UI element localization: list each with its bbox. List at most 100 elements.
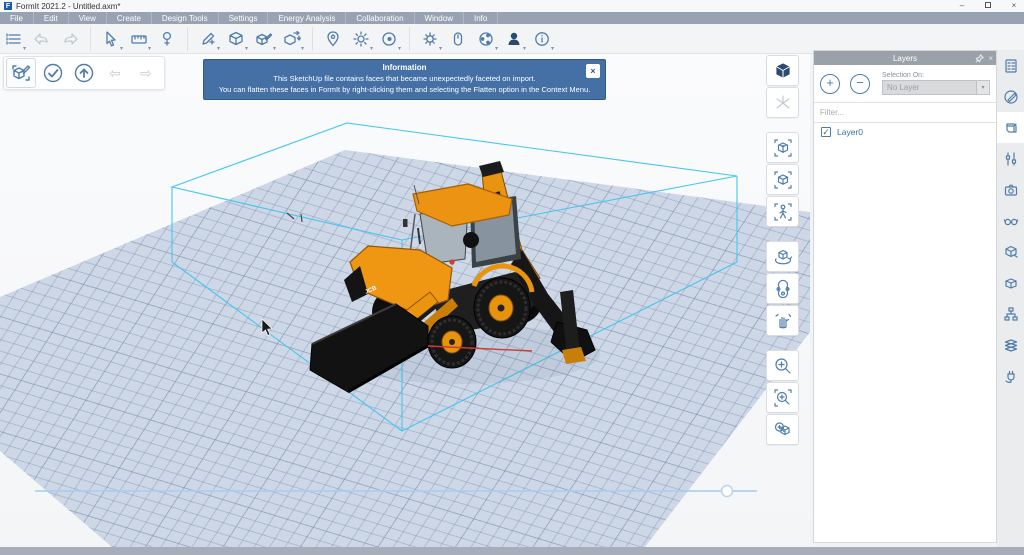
dropdown-caret: ▾ [217, 46, 220, 52]
zoom-fit-button[interactable] [766, 414, 799, 445]
beacon-light [449, 259, 454, 264]
menu-info[interactable]: Info [464, 12, 498, 24]
tab-layers[interactable] [997, 112, 1024, 143]
undo-button[interactable] [29, 26, 55, 52]
tab-materials[interactable] [997, 81, 1024, 112]
layer-visibility-checkbox[interactable]: ✓ [821, 127, 831, 137]
menu-design-tools[interactable]: Design Tools [152, 12, 219, 24]
cursor-icon [102, 30, 120, 48]
up-one-level-button[interactable] [70, 59, 98, 87]
tab-properties[interactable] [997, 50, 1024, 81]
edit-geometry-button[interactable]: ▾ [251, 26, 277, 52]
axes-button[interactable] [766, 87, 799, 118]
dropdown-caret: ▾ [398, 46, 401, 52]
toolbar-separator [187, 27, 188, 51]
tab-adjustments[interactable] [997, 143, 1024, 174]
frame-object-button[interactable] [766, 164, 799, 195]
sun-shadows-button[interactable]: ▾ [348, 26, 374, 52]
tab-levels[interactable] [997, 329, 1024, 360]
panel-close-icon[interactable]: × [988, 54, 993, 63]
menu-edit[interactable]: Edit [34, 12, 69, 24]
dropdown-caret: ▾ [120, 46, 123, 52]
finish-editing-button[interactable] [39, 59, 67, 87]
layer-filter-input[interactable] [820, 108, 990, 117]
set-elevation-button[interactable] [154, 26, 180, 52]
history-forward-button[interactable]: ⇨ [132, 59, 160, 87]
main-menu-button[interactable]: ▾ [1, 26, 27, 52]
remove-layer-button[interactable]: − [850, 74, 870, 94]
location-button[interactable] [320, 26, 346, 52]
edit-group-button[interactable] [6, 58, 36, 88]
menu-window[interactable]: Window [415, 12, 464, 24]
zoom-in-button[interactable] [766, 350, 799, 381]
3d-viewport[interactable]: JCB [0, 54, 810, 547]
look-around-button[interactable] [766, 273, 799, 304]
tab-content-library[interactable] [997, 267, 1024, 298]
banner-close-button[interactable]: × [586, 64, 600, 78]
layer-row[interactable]: ✓ Layer0 [814, 123, 996, 141]
back-arrow-icon: ⇦ [109, 65, 121, 82]
redo-button[interactable] [57, 26, 83, 52]
model-overlay: JCB [0, 54, 810, 547]
viewport-slider[interactable] [35, 486, 757, 497]
restore-icon [985, 2, 991, 8]
selection-dropdown[interactable]: No Layer ▾ [882, 80, 990, 95]
settings-button[interactable]: ▾ [417, 26, 443, 52]
walkthrough-button[interactable] [766, 196, 799, 227]
menu-file[interactable]: File [0, 12, 34, 24]
info-button[interactable]: ▾ [529, 26, 555, 52]
tab-visual-styles[interactable] [997, 205, 1024, 236]
gear-icon [421, 30, 439, 48]
tab-plugins[interactable] [997, 360, 1024, 391]
layers-panel: Layers × + − Selection On: No Layer ▾ ✓ … [813, 50, 997, 543]
share-button[interactable]: ▾ [473, 26, 499, 52]
layer-name[interactable]: Layer0 [837, 127, 863, 137]
view-cube-button[interactable] [766, 55, 799, 86]
menu-energy-analysis[interactable]: Energy Analysis [268, 12, 346, 24]
draw-tool-button[interactable]: ▾ [195, 26, 221, 52]
zoom-fit-icon [773, 420, 793, 440]
dropdown-caret: ▾ [523, 46, 526, 52]
select-tool-button[interactable]: ▾ [98, 26, 124, 52]
mouse-controls-button[interactable] [445, 26, 471, 52]
information-banner: Information This SketchUp file contains … [203, 59, 606, 100]
menu-view[interactable]: View [69, 12, 107, 24]
minimize-button[interactable]: – [956, 1, 968, 11]
primitives-button[interactable]: ▾ [223, 26, 249, 52]
toolbar-separator [409, 27, 410, 51]
location-pin-icon [324, 30, 342, 48]
person-icon [773, 202, 793, 222]
zoom-window-button[interactable] [766, 382, 799, 413]
menu-create[interactable]: Create [107, 12, 152, 24]
pin-icon[interactable] [975, 54, 984, 63]
account-button[interactable]: ▾ [501, 26, 527, 52]
orbit-button[interactable] [766, 241, 799, 272]
layers-panel-header[interactable]: Layers × [814, 51, 996, 65]
window-title: FormIt 2021.2 - Untitled.axm* [16, 2, 120, 11]
tab-hierarchy[interactable] [997, 298, 1024, 329]
transform-button[interactable]: ▾ [279, 26, 305, 52]
pencil-icon [199, 30, 217, 48]
info-icon [533, 30, 551, 48]
restore-button[interactable] [982, 1, 994, 11]
ruler-icon [130, 30, 148, 48]
look-around-icon [773, 279, 793, 299]
zoom-selection-button[interactable] [766, 132, 799, 163]
context-toolbar: ⇦ ⇨ [3, 56, 165, 90]
layer-filter-row [814, 103, 996, 123]
history-back-button[interactable]: ⇦ [101, 59, 129, 87]
tab-groups[interactable] [997, 236, 1024, 267]
menu-settings[interactable]: Settings [219, 12, 269, 24]
pan-button[interactable] [766, 305, 799, 336]
close-button[interactable]: × [1008, 1, 1020, 11]
toolbar-separator [312, 27, 313, 51]
slider-knob[interactable] [722, 486, 733, 497]
banner-line-2: You can flatten these faces in FormIt by… [204, 85, 605, 94]
dimension-tool-button[interactable]: ▾ [126, 26, 152, 52]
add-layer-button[interactable]: + [820, 74, 840, 94]
environment-button[interactable]: ▾ [376, 26, 402, 52]
menu-collaboration[interactable]: Collaboration [346, 12, 414, 24]
tab-scenes[interactable] [997, 174, 1024, 205]
dropdown-caret: ▾ [301, 46, 304, 52]
cube-brackets-icon [773, 138, 793, 158]
